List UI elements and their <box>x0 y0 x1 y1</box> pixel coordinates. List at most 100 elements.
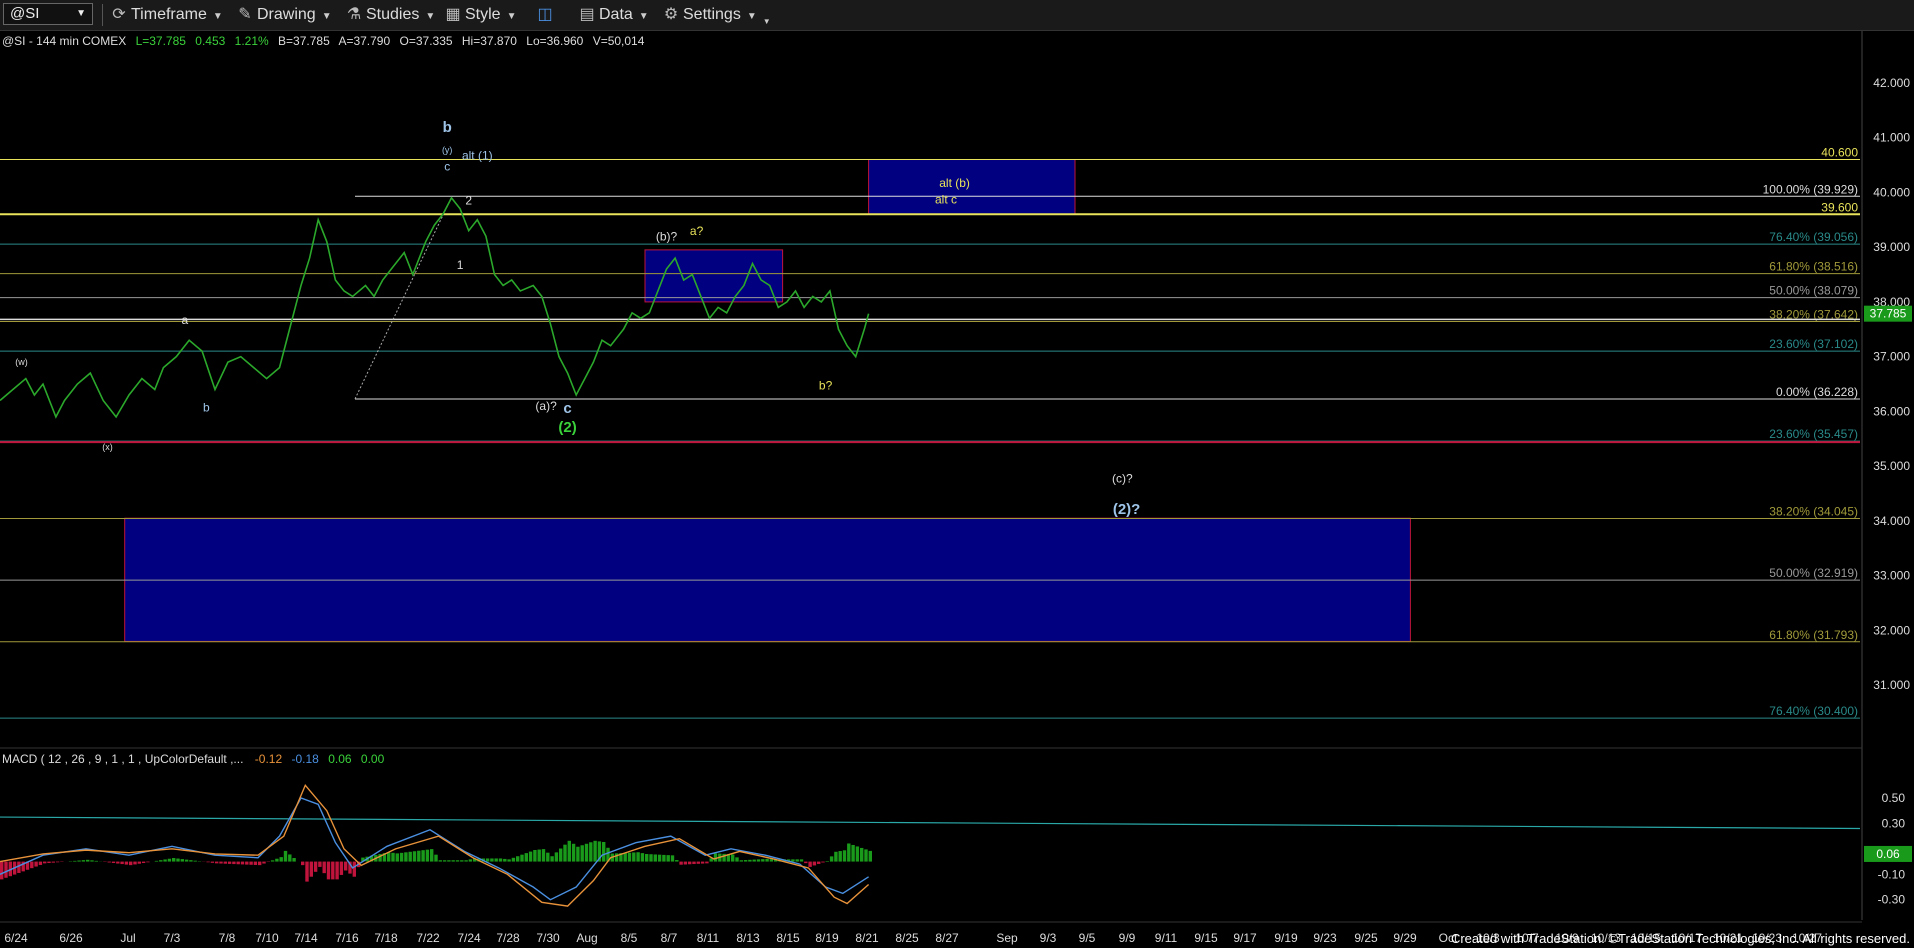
wave-label: b? <box>819 379 833 393</box>
macd-histogram-bar <box>713 853 718 862</box>
macd-histogram-bar <box>210 861 215 863</box>
chevron-down-icon: ▼ <box>746 11 757 22</box>
x-tick-label: 9/19 <box>1274 931 1298 945</box>
timeframe-button[interactable]: ⟳ Timeframe ▼ <box>110 5 222 25</box>
chevron-down-icon: ▼ <box>762 17 771 26</box>
macd-histogram-bar <box>81 860 86 862</box>
x-tick-label: 7/3 <box>164 931 181 945</box>
percent-change: 1.21% <box>235 34 269 48</box>
macd-histogram-bar <box>141 861 146 864</box>
last-price: L=37.785 <box>136 34 187 48</box>
macd-histogram-bar <box>279 857 283 862</box>
macd-histogram-bar <box>55 861 60 863</box>
chevron-down-icon: ▼ <box>638 11 649 22</box>
macd-histogram-bar <box>683 861 688 865</box>
y-tick-label: 36.000 <box>1873 404 1910 418</box>
fib-level-label: 39.600 <box>1821 200 1858 214</box>
wave-label: (2)? <box>1113 501 1141 518</box>
macd-histogram-bar <box>292 858 296 862</box>
macd-histogram-bar <box>309 861 313 877</box>
macd-histogram-bar <box>808 861 812 867</box>
macd-histogram-bar <box>417 850 421 862</box>
macd-histogram-bar <box>460 860 464 862</box>
x-tick-label: 8/25 <box>895 931 919 945</box>
macd-histogram-bar <box>34 861 38 867</box>
chevron-down-icon: ▼ <box>425 11 436 22</box>
toolbar-divider <box>102 4 103 26</box>
macd-hist-value: 0.06 <box>328 752 352 766</box>
wave-label: b <box>443 119 452 136</box>
layout-button[interactable]: ◫ <box>536 5 557 25</box>
macd-histogram-bar <box>821 861 825 863</box>
macd-histogram-bar <box>331 861 335 880</box>
macd-histogram-bar <box>206 861 210 863</box>
macd-histogram-bar <box>430 849 434 862</box>
x-tick-label: 9/3 <box>1040 931 1057 945</box>
macd-histogram-bar <box>653 854 657 862</box>
wave-label: (b)? <box>656 230 678 244</box>
macd-histogram-bar <box>412 851 417 862</box>
data-button[interactable]: ▤ Data ▼ <box>578 5 649 25</box>
studies-button[interactable]: ⚗ Studies ▼ <box>345 5 435 25</box>
macd-histogram-bar <box>735 857 739 862</box>
macd-histogram-bar <box>503 858 507 862</box>
macd-histogram-bar <box>838 851 842 862</box>
macd-histogram-bar <box>77 860 81 862</box>
wave-label: 2 <box>465 193 472 207</box>
macd-histogram-bar <box>485 858 490 862</box>
chart-canvas[interactable]: @SI - 144 min COMEX L=37.785 0.453 1.21%… <box>0 31 1914 948</box>
macd-histogram-bar <box>322 861 326 874</box>
macd-histogram-bar <box>167 858 172 862</box>
macd-histogram-bar <box>700 861 705 864</box>
bar-chart-icon: ▤ <box>579 6 595 23</box>
high-price: Hi=37.870 <box>462 34 517 48</box>
wave-label: a? <box>690 224 704 238</box>
open-price: O=37.335 <box>400 34 453 48</box>
macd-histogram-bar <box>851 844 855 862</box>
macd-value: -0.12 <box>255 752 283 766</box>
macd-histogram-bar <box>507 859 511 862</box>
macd-histogram-bar <box>645 854 649 862</box>
macd-histogram-bar <box>614 853 619 862</box>
fib-level-label: 50.00% (32.919) <box>1769 566 1858 580</box>
macd-histogram-bar <box>270 860 275 862</box>
wave-label: c <box>444 159 450 173</box>
settings-button[interactable]: ⚙ Settings ▼ ▼ <box>662 5 771 26</box>
macd-histogram-bar <box>550 856 554 862</box>
macd-histogram-bar <box>666 855 670 862</box>
macd-histogram-bar <box>283 850 288 862</box>
macd-histogram-bar <box>554 852 559 862</box>
macd-histogram-bar <box>825 860 829 862</box>
macd-histogram-bar <box>133 861 137 865</box>
chevron-down-icon: ▼ <box>506 11 517 22</box>
macd-histogram-bar <box>51 861 55 863</box>
macd-histogram-bar <box>696 861 700 864</box>
footer-credit: Created with TradeStation. ©TradeStation… <box>1450 931 1910 946</box>
drawing-button[interactable]: ✎ Drawing ▼ <box>236 5 331 25</box>
style-button[interactable]: ▦ Style ▼ <box>444 5 516 25</box>
macd-histogram-bar <box>391 852 395 862</box>
y-tick-label: 39.000 <box>1873 240 1910 254</box>
macd-histogram-bar <box>675 860 679 862</box>
x-tick-label: 7/22 <box>416 931 440 945</box>
drawing-label: Drawing <box>257 6 316 23</box>
timeframe-label: Timeframe <box>131 6 207 23</box>
macd-histogram-bar <box>404 852 408 862</box>
macd-histogram-bar <box>301 861 305 866</box>
y-tick-label: 42.000 <box>1873 76 1910 90</box>
x-tick-label: 8/21 <box>855 931 879 945</box>
x-tick-label: 9/23 <box>1313 931 1337 945</box>
macd-histogram-bar <box>288 854 292 862</box>
x-tick-label: 9/25 <box>1354 931 1378 945</box>
macd-histogram-bar <box>408 851 412 862</box>
macd-histogram-bar <box>511 857 516 862</box>
x-tick-label: 8/5 <box>621 931 638 945</box>
symbol-selector[interactable]: @SI ▼ <box>3 3 93 25</box>
macd-histogram-bar <box>847 843 851 862</box>
macd-histogram-bar <box>761 859 765 862</box>
flask-icon: ⚗ <box>346 6 362 23</box>
symbol-text: @SI <box>10 5 40 22</box>
macd-histogram-bar <box>189 860 193 862</box>
macd-histogram-bar <box>516 856 520 862</box>
x-tick-label: 9/15 <box>1194 931 1218 945</box>
